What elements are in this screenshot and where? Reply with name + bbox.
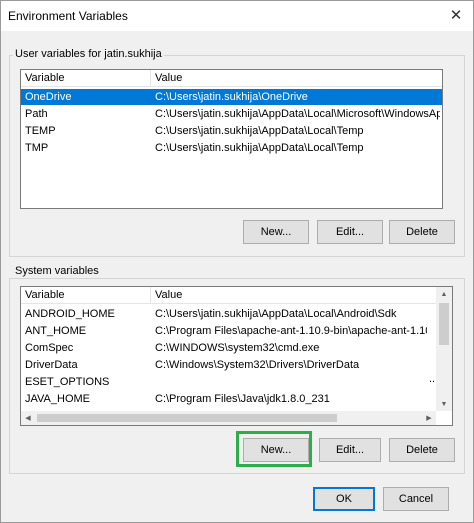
table-row[interactable]: ComSpec C:\WINDOWS\system32\cmd.exe (21, 340, 452, 356)
table-row[interactable]: OneDrive C:\Users\jatin.sukhija\OneDrive (21, 89, 442, 105)
new-button-highlight (236, 431, 312, 467)
variable-value-cell: C:\WINDOWS\system32\cmd.exe (155, 342, 320, 354)
variable-name-cell: ANT_HOME (25, 325, 87, 337)
close-icon: ✕ (449, 7, 463, 24)
system-delete-button[interactable]: Delete (389, 438, 455, 462)
variable-value-cell: C:\Windows\System32\Drivers\DriverData (155, 359, 360, 371)
horizontal-scroll-thumb[interactable] (37, 414, 337, 422)
variable-name-cell: ComSpec (25, 342, 74, 354)
variable-value-cell: C:\Users\jatin.sukhija\OneDrive (155, 91, 308, 103)
table-row[interactable]: TEMP C:\Users\jatin.sukhija\AppData\Local… (21, 123, 442, 139)
title-bar: Environment Variables ✕ (1, 1, 473, 31)
vertical-scroll-thumb[interactable] (439, 303, 449, 345)
table-row[interactable]: ANDROID_HOME C:\Users\jatin.sukhija\AppDa… (21, 306, 452, 322)
user-list-header: Variable Value (21, 70, 442, 87)
ok-button[interactable]: OK (313, 487, 375, 511)
scroll-up-icon[interactable]: ▲ (436, 287, 452, 301)
variable-name-cell: DriverData (25, 359, 78, 371)
system-edit-button[interactable]: Edit... (319, 438, 381, 462)
user-variables-list[interactable]: Variable Value OneDrive C:\Users\jatin.su… (20, 69, 443, 209)
variable-name-cell: TMP (25, 142, 49, 154)
column-header-value[interactable]: Value (151, 70, 442, 87)
system-variables-label: System variables (13, 265, 101, 277)
system-list-header: Variable Value (21, 287, 452, 304)
variable-name-cell: JAVA_HOME (25, 393, 90, 405)
variable-name-cell: Path (25, 108, 48, 120)
table-row[interactable]: Path C:\Users\jatin.sukhija\AppData\Local… (21, 106, 442, 122)
variable-value-cell: C:\Program Files\apache-ant-1.10.9-bin\a… (155, 325, 427, 337)
scroll-left-icon[interactable]: ◀ (21, 411, 35, 425)
horizontal-scrollbar[interactable]: ◀ ▶ (21, 411, 436, 425)
scroll-down-icon[interactable]: ▼ (436, 397, 452, 411)
variable-value-cell: C:\Users\jatin.sukhija\Maven\apache-mave… (155, 425, 427, 426)
variable-value-cell: C:\Users\jatin.sukhija\AppData\Local\And… (155, 308, 397, 320)
user-edit-button[interactable]: Edit... (317, 220, 383, 244)
environment-variables-dialog: Environment Variables ✕ User variables f… (0, 0, 474, 523)
variable-value-cell: C:\Users\jatin.sukhija\AppData\Local\Mic… (155, 108, 440, 120)
variable-value-cell: C:\Users\jatin.sukhija\AppData\Local\Tem… (155, 125, 364, 137)
user-delete-button[interactable]: Delete (389, 220, 455, 244)
table-row[interactable]: ESET_OPTIONS (21, 374, 452, 390)
user-new-button[interactable]: New... (243, 220, 309, 244)
cancel-button[interactable]: Cancel (383, 487, 449, 511)
scroll-right-icon[interactable]: ▶ (422, 411, 436, 425)
table-row[interactable]: MAVEN_HOME C:\Users\jatin.sukhija\Maven\a… (21, 425, 452, 426)
system-variables-list[interactable]: Variable Value ANDROID_HOME C:\Users\jati… (20, 286, 453, 426)
close-button[interactable]: ✕ (443, 3, 469, 27)
vertical-scrollbar[interactable]: ▲ ▼ (436, 287, 452, 411)
column-header-variable[interactable]: Variable (21, 70, 151, 87)
variable-name-cell: TEMP (25, 125, 56, 137)
variable-value-cell: C:\Users\jatin.sukhija\AppData\Local\Tem… (155, 142, 364, 154)
column-header-variable[interactable]: Variable (21, 287, 151, 304)
variable-value-cell: C:\Program Files\Java\jdk1.8.0_231 (155, 393, 330, 405)
variable-name-cell: OneDrive (25, 91, 72, 103)
table-row[interactable]: TMP C:\Users\jatin.sukhija\AppData\Local\… (21, 140, 442, 156)
variable-name-cell: ESET_OPTIONS (25, 376, 110, 388)
user-variables-label: User variables for jatin.sukhija (13, 48, 164, 60)
column-header-value[interactable]: Value (151, 287, 438, 304)
table-row[interactable]: JAVA_HOME C:\Program Files\Java\jdk1.8.0_… (21, 391, 452, 407)
window-title: Environment Variables (8, 9, 128, 23)
table-row[interactable]: DriverData C:\Windows\System32\Drivers\Dr… (21, 357, 452, 373)
variable-name-cell: ANDROID_HOME (25, 308, 115, 320)
table-row[interactable]: ANT_HOME C:\Program Files\apache-ant-1.10… (21, 323, 452, 339)
variable-name-cell: MAVEN_HOME (25, 425, 149, 426)
